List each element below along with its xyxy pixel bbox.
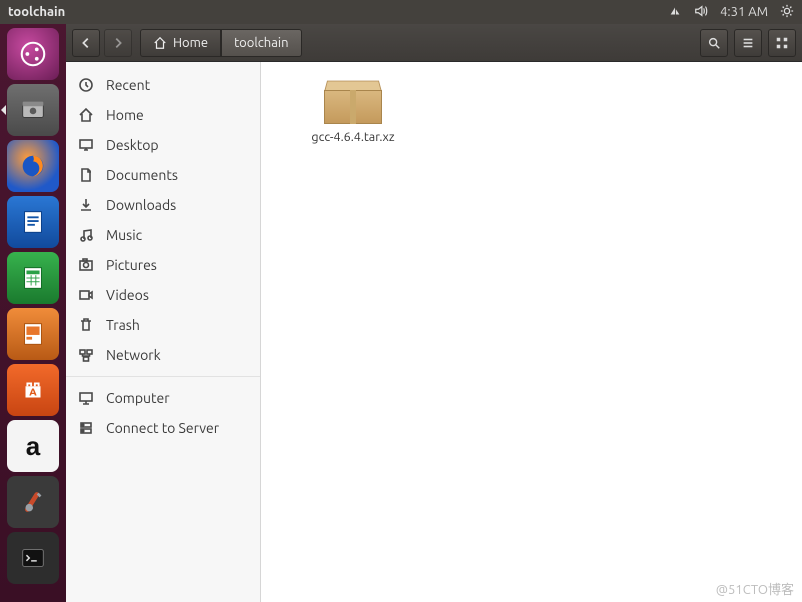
sidebar-item-computer[interactable]: Computer (66, 383, 260, 413)
list-view-button[interactable] (734, 29, 762, 57)
sidebar-item-desktop[interactable]: Desktop (66, 130, 260, 160)
home-icon (78, 107, 94, 123)
sidebar-item-label: Network (106, 347, 161, 363)
gear-icon[interactable] (780, 4, 794, 21)
launcher-firefox[interactable] (7, 140, 59, 192)
video-icon (78, 287, 94, 303)
launcher-writer[interactable] (7, 196, 59, 248)
sidebar-item-label: Pictures (106, 257, 157, 273)
trash-icon (78, 317, 94, 333)
search-button[interactable] (700, 29, 728, 57)
sidebar-item-label: Home (106, 107, 144, 123)
path-bar: Home toolchain (140, 29, 302, 57)
svg-text:A: A (29, 386, 37, 398)
places-sidebar: Recent Home Desktop Documents Downloads … (66, 62, 261, 602)
sidebar-item-downloads[interactable]: Downloads (66, 190, 260, 220)
network-icon (78, 347, 94, 363)
launcher-terminal[interactable] (7, 532, 59, 584)
sidebar-item-home[interactable]: Home (66, 100, 260, 130)
indicator-area: 4:31 AM (668, 4, 794, 21)
sidebar-item-label: Computer (106, 390, 170, 406)
crumb-home[interactable]: Home (140, 29, 221, 57)
sidebar-separator (66, 376, 260, 377)
sidebar-item-label: Music (106, 227, 142, 243)
sidebar-item-videos[interactable]: Videos (66, 280, 260, 310)
picture-icon (78, 257, 94, 273)
file-name: gcc-4.6.4.tar.xz (311, 130, 394, 144)
computer-icon (78, 390, 94, 406)
toolbar: Home toolchain (66, 24, 802, 62)
launcher-settings[interactable] (7, 476, 59, 528)
sidebar-item-network[interactable]: Network (66, 340, 260, 370)
sidebar-item-documents[interactable]: Documents (66, 160, 260, 190)
launcher-files[interactable] (7, 84, 59, 136)
sidebar-item-label: Desktop (106, 137, 159, 153)
launcher-impress[interactable] (7, 308, 59, 360)
launcher-calc[interactable] (7, 252, 59, 304)
sidebar-item-pictures[interactable]: Pictures (66, 250, 260, 280)
document-icon (78, 167, 94, 183)
launcher-amazon[interactable]: a (7, 420, 59, 472)
launcher-dash[interactable] (7, 28, 59, 80)
clock-icon (78, 77, 94, 93)
server-icon (78, 420, 94, 436)
watermark: @51CTO博客 (716, 579, 794, 598)
network-icon[interactable] (668, 4, 682, 21)
sidebar-item-label: Connect to Server (106, 420, 219, 436)
music-icon (78, 227, 94, 243)
sidebar-item-connect-server[interactable]: Connect to Server (66, 413, 260, 443)
sidebar-item-recent[interactable]: Recent (66, 70, 260, 100)
sound-icon[interactable] (694, 4, 708, 21)
grid-view-button[interactable] (768, 29, 796, 57)
running-indicator-icon (1, 105, 6, 115)
unity-launcher: A a (0, 24, 66, 602)
download-icon (78, 197, 94, 213)
sidebar-item-music[interactable]: Music (66, 220, 260, 250)
clock[interactable]: 4:31 AM (720, 5, 768, 19)
sidebar-item-label: Videos (106, 287, 149, 303)
crumb-home-label: Home (173, 36, 208, 50)
back-button[interactable] (72, 29, 100, 57)
top-menubar: toolchain 4:31 AM (0, 0, 802, 24)
desktop-icon (78, 137, 94, 153)
file-view[interactable]: gcc-4.6.4.tar.xz (261, 62, 802, 602)
nautilus-window: Home toolchain Recent Home Desktop Docum… (66, 24, 802, 602)
archive-icon (324, 78, 382, 124)
sidebar-item-trash[interactable]: Trash (66, 310, 260, 340)
amazon-logo-icon: a (26, 431, 40, 462)
forward-button[interactable] (104, 29, 132, 57)
sidebar-item-label: Recent (106, 77, 150, 93)
home-icon (153, 36, 167, 50)
sidebar-item-label: Downloads (106, 197, 176, 213)
launcher-software[interactable]: A (7, 364, 59, 416)
sidebar-item-label: Documents (106, 167, 178, 183)
window-title: toolchain (8, 5, 65, 19)
sidebar-item-label: Trash (106, 317, 140, 333)
crumb-current-label: toolchain (234, 36, 288, 50)
file-item[interactable]: gcc-4.6.4.tar.xz (293, 78, 413, 586)
crumb-current[interactable]: toolchain (221, 29, 301, 57)
